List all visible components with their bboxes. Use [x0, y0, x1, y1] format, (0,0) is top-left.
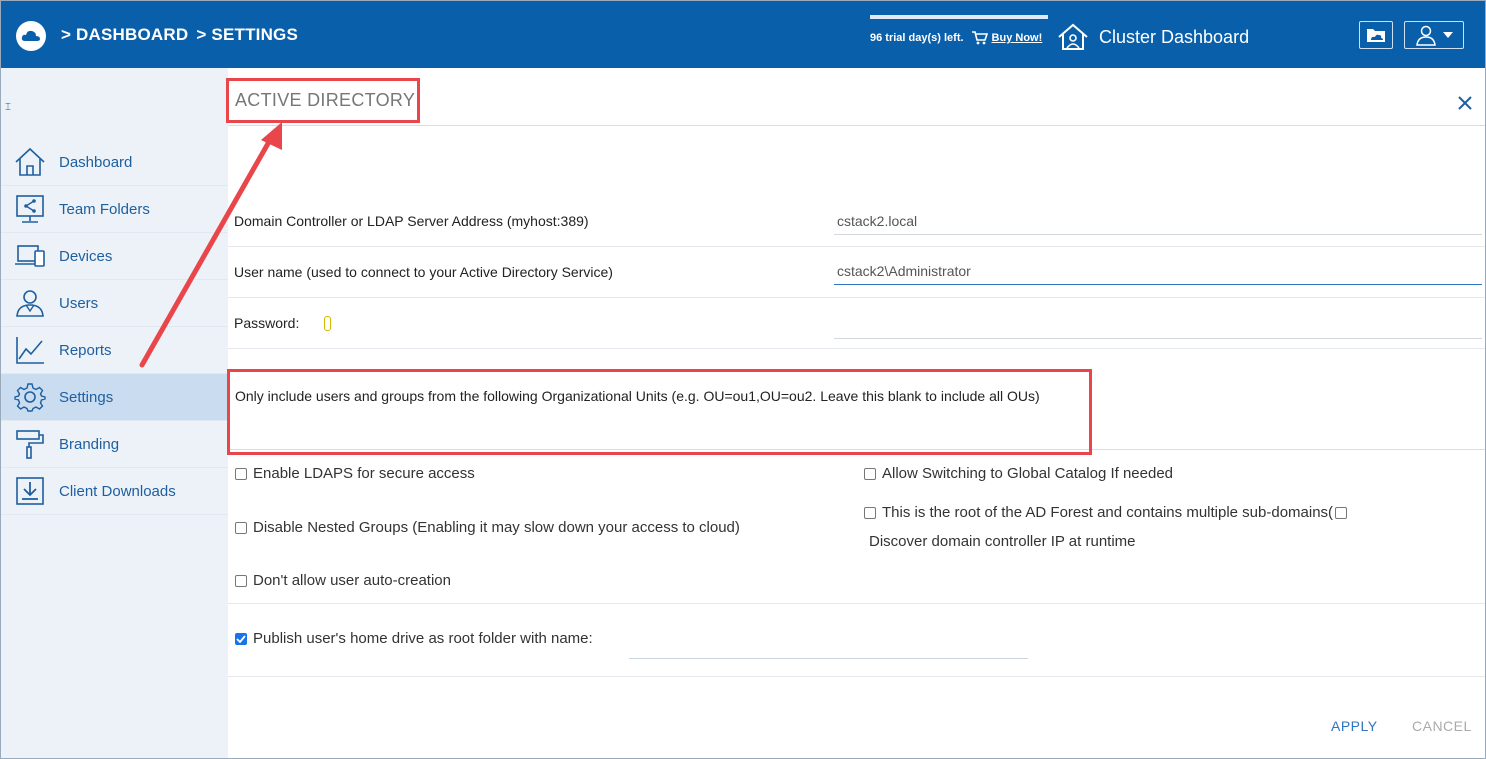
divider [228, 603, 1485, 604]
breadcrumb-settings[interactable]: > SETTINGS [196, 25, 298, 45]
devices-icon [15, 245, 45, 267]
password-input[interactable] [834, 311, 1482, 339]
sidebar-item-users[interactable]: Users [1, 280, 228, 327]
top-bar: > DASHBOARD > SETTINGS 96 trial day(s) l… [1, 1, 1485, 68]
server-address-label: Domain Controller or LDAP Server Address… [234, 213, 589, 229]
sidebar-item-label: Reports [59, 341, 112, 359]
reports-icon [16, 337, 44, 364]
server-address-input[interactable] [834, 207, 1482, 235]
cart-icon [971, 31, 988, 45]
sidebar-item-settings[interactable]: Settings [1, 374, 228, 421]
checkbox-box[interactable] [864, 506, 876, 519]
close-icon[interactable] [1457, 95, 1473, 111]
cluster-home-icon [1058, 23, 1088, 50]
divider [228, 125, 1485, 126]
home-icon [15, 147, 45, 176]
cluster-dashboard-button[interactable]: Cluster Dashboard [1057, 23, 1249, 51]
home-drive-label: Publish user's home drive as root folder… [253, 630, 593, 647]
sidebar-item-label: Dashboard [59, 153, 133, 171]
sidebar-item-label: Branding [59, 435, 120, 453]
trial-progress-bar [870, 15, 1048, 19]
team-folder-icon [16, 195, 44, 223]
password-hint-icon [324, 316, 331, 331]
sidebar-nav: Dashboard Team Folders Devices Users Rep… [1, 139, 228, 515]
password-row: Password: [228, 298, 1485, 349]
trial-text: 96 trial day(s) left. [870, 32, 964, 44]
users-icon [16, 290, 44, 317]
home-drive-checkbox[interactable]: Publish user's home drive as root folder… [235, 630, 593, 647]
sidebar-item-label: Devices [59, 247, 113, 265]
checkbox-box[interactable] [235, 574, 247, 587]
global-catalog-label: Allow Switching to Global Catalog If nee… [882, 465, 1174, 482]
collapse-sidebar-icon[interactable]: ⌶ [5, 102, 11, 113]
ad-forest-checkbox[interactable]: This is the root of the AD Forest and co… [864, 504, 1348, 521]
nested-groups-checkbox[interactable]: Disable Nested Groups (Enabling it may s… [235, 519, 740, 536]
sidebar-item-label: Users [59, 294, 99, 312]
password-label-text: Password: [234, 315, 300, 331]
sidebar-item-label: Client Downloads [59, 482, 176, 500]
divider [228, 676, 1485, 677]
sidebar-item-team-folders[interactable]: Team Folders [1, 186, 228, 233]
username-label: User name (used to connect to your Activ… [234, 264, 613, 280]
auto-create-label: Don't allow user auto-creation [253, 572, 451, 589]
folder-icon [1367, 29, 1385, 42]
username-row: User name (used to connect to your Activ… [228, 247, 1485, 298]
ad-forest-label: This is the root of the AD Forest and co… [882, 504, 1334, 521]
buy-now-link[interactable]: Buy Now! [992, 32, 1043, 44]
checkbox-box[interactable] [235, 521, 247, 534]
annotation-box-ou [227, 369, 1092, 455]
sidebar-item-branding[interactable]: Branding [1, 421, 228, 468]
cloud-logo-icon[interactable] [16, 21, 46, 51]
user-icon [1416, 25, 1436, 46]
breadcrumb: > DASHBOARD > SETTINGS [61, 25, 298, 45]
gear-icon [14, 383, 46, 412]
global-catalog-checkbox[interactable]: Allow Switching to Global Catalog If nee… [864, 465, 1173, 482]
sidebar-item-reports[interactable]: Reports [1, 327, 228, 374]
server-address-row: Domain Controller or LDAP Server Address… [228, 197, 1485, 247]
discover-dc-checkbox[interactable] [1335, 506, 1348, 519]
sidebar-item-label: Team Folders [59, 200, 150, 218]
home-drive-name-input[interactable] [629, 645, 1028, 659]
annotation-box-title [226, 78, 420, 123]
caret-down-icon [1443, 32, 1453, 38]
folder-button[interactable] [1359, 21, 1393, 49]
breadcrumb-dashboard[interactable]: > DASHBOARD [61, 25, 188, 45]
sidebar-item-label: Settings [59, 388, 114, 406]
checkbox-box[interactable] [235, 632, 247, 645]
sidebar: ⌶ Dashboard Team Folders Devices Users R… [1, 68, 228, 758]
checkbox-box[interactable] [235, 467, 247, 480]
paint-roller-icon [16, 430, 44, 459]
cancel-button[interactable]: CANCEL [1412, 718, 1472, 734]
sidebar-item-client-downloads[interactable]: Client Downloads [1, 468, 228, 515]
apply-button[interactable]: APPLY [1331, 718, 1378, 734]
user-menu-button[interactable] [1404, 21, 1464, 49]
password-label: Password: [234, 315, 331, 331]
ldaps-label: Enable LDAPS for secure access [253, 465, 475, 482]
checkbox-box[interactable] [864, 467, 876, 480]
trial-status: 96 trial day(s) left. Buy Now! [870, 15, 1048, 45]
sidebar-item-dashboard[interactable]: Dashboard [1, 139, 228, 186]
auto-create-checkbox[interactable]: Don't allow user auto-creation [235, 572, 451, 589]
download-icon [16, 477, 44, 505]
cluster-dashboard-label: Cluster Dashboard [1099, 26, 1250, 47]
discover-dc-label: Discover domain controller IP at runtime [869, 533, 1136, 550]
username-input[interactable] [834, 257, 1482, 285]
sidebar-item-devices[interactable]: Devices [1, 233, 228, 280]
nested-groups-label: Disable Nested Groups (Enabling it may s… [253, 519, 740, 536]
ldaps-checkbox[interactable]: Enable LDAPS for secure access [235, 465, 475, 482]
